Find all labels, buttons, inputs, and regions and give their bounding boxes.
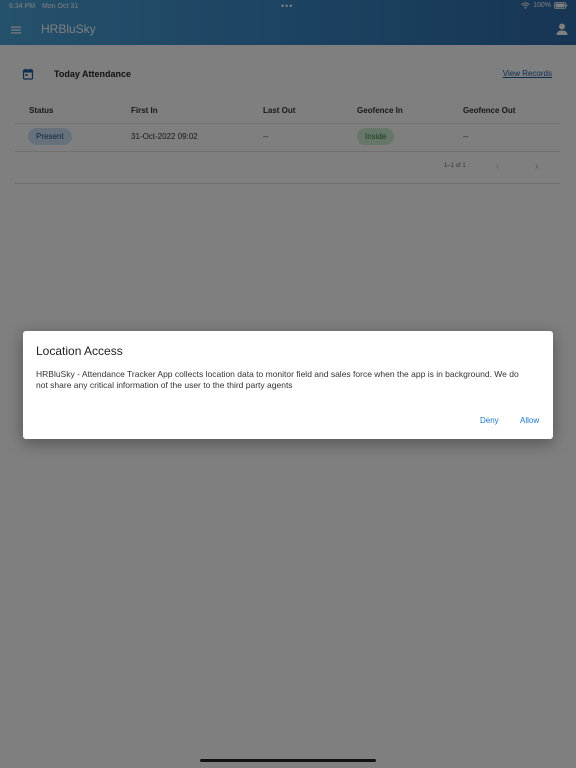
allow-button[interactable]: Allow: [520, 416, 539, 425]
app-screen: 6:34 PM Mon Oct 31 ••• 100%: [0, 0, 576, 768]
dialog-title: Location Access: [36, 344, 123, 358]
location-access-dialog: Location Access HRBluSky - Attendance Tr…: [23, 331, 553, 439]
deny-button[interactable]: Deny: [480, 416, 499, 425]
dialog-message: HRBluSky - Attendance Tracker App collec…: [36, 369, 519, 390]
home-indicator[interactable]: [200, 759, 376, 762]
